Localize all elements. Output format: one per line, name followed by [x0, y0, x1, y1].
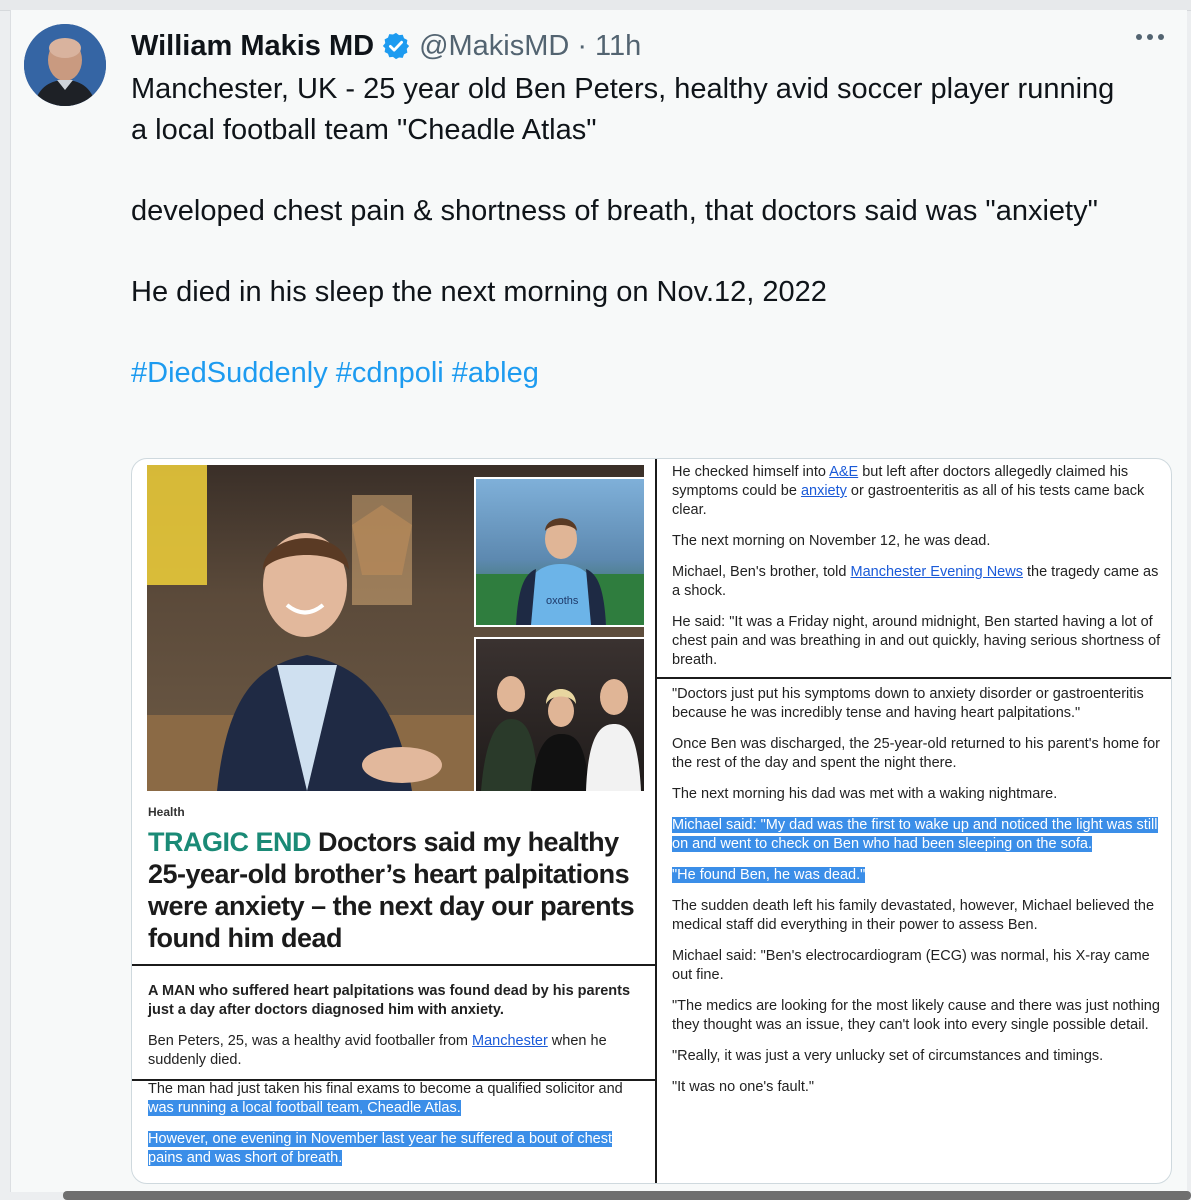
header-separator: ·	[577, 29, 588, 62]
divider-line	[132, 964, 655, 966]
article-paragraph: "The medics are looking for the most lik…	[672, 998, 1160, 1033]
article-left-body: A MAN who suffered heart palpitations wa…	[148, 982, 638, 1082]
hashtag-list: #DiedSuddenly #cdnpoli #ableg	[131, 353, 1131, 394]
article-paragraph: "Doctors just put his symptoms down to a…	[672, 686, 1144, 721]
hashtag-link[interactable]: #cdnpoli	[336, 357, 444, 389]
article-link[interactable]: Manchester	[472, 1033, 548, 1049]
article-right-body-2: "Doctors just put his symptoms down to a…	[672, 685, 1162, 1109]
article-lede: A MAN who suffered heart palpitations wa…	[148, 983, 631, 1018]
author-name[interactable]: William Makis MD	[131, 30, 374, 63]
article-section-label: Health	[148, 805, 185, 819]
tweet-timestamp[interactable]: 11h	[595, 30, 641, 63]
highlighted-text: Michael said: "My dad was the first to w…	[672, 817, 1158, 852]
article-link[interactable]: Manchester Evening News	[850, 564, 1022, 580]
tweet-header: William Makis MD @MakisMD · 11h	[131, 28, 641, 64]
inset-photo-stadium: oxoths	[474, 477, 644, 627]
author-avatar[interactable]	[24, 24, 106, 106]
more-options-icon[interactable]	[1136, 34, 1164, 40]
column-divider	[655, 459, 657, 1183]
verified-badge-icon	[381, 31, 411, 61]
article-link[interactable]: anxiety	[801, 483, 847, 499]
highlighted-text: was running a local football team, Chead…	[148, 1100, 461, 1116]
article-paragraph: Ben Peters, 25, was a healthy avid footb…	[148, 1033, 607, 1068]
shirt-sponsor-text: oxoths	[546, 595, 579, 607]
article-paragraph: The next morning on November 12, he was …	[672, 533, 991, 549]
horizontal-scrollbar[interactable]	[63, 1191, 1191, 1200]
article-paragraph: Michael, Ben's brother, told Manchester …	[672, 564, 1159, 599]
divider-line	[657, 677, 1171, 679]
article-left-body-2: The man had just taken his final exams t…	[148, 1080, 642, 1180]
attached-image[interactable]: oxoths Health TRAGIC END Doctors said my …	[131, 458, 1172, 1184]
highlighted-text: "He found Ben, he was dead."	[672, 867, 866, 883]
author-handle[interactable]: @MakisMD	[419, 30, 569, 63]
article-right-body: He checked himself into A&E but left aft…	[672, 463, 1162, 682]
article-paragraph: "It was no one's fault."	[672, 1079, 815, 1095]
tweet-paragraph: Manchester, UK - 25 year old Ben Peters,…	[131, 73, 1115, 146]
article-paragraph: The next morning his dad was met with a …	[672, 786, 1058, 802]
hashtag-link[interactable]: #ableg	[452, 357, 539, 389]
headline-kicker: TRAGIC END	[148, 827, 312, 857]
tweet-body: Manchester, UK - 25 year old Ben Peters,…	[131, 69, 1131, 393]
hashtag-link[interactable]: #DiedSuddenly	[131, 357, 328, 389]
article-photo: oxoths	[147, 465, 644, 791]
tweet-paragraph: developed chest pain & shortness of brea…	[131, 194, 1098, 227]
highlighted-text: However, one evening in November last ye…	[148, 1131, 613, 1166]
article-paragraph: Michael said: "Ben's electrocardiogram (…	[672, 948, 1150, 983]
article-paragraph: Michael said: "My dad was the first to w…	[672, 816, 1162, 854]
article-paragraph: The sudden death left his family devasta…	[672, 898, 1155, 933]
article-paragraph: The man had just taken his final exams t…	[148, 1081, 623, 1116]
article-paragraph: He said: "It was a Friday night, around …	[672, 614, 1161, 668]
inset-photo-family	[474, 637, 644, 791]
article-paragraph: "He found Ben, he was dead."	[672, 866, 1162, 885]
article-link[interactable]: A&E	[829, 464, 858, 480]
avatar-portrait	[24, 24, 106, 106]
article-paragraph: Once Ben was discharged, the 25-year-old…	[672, 736, 1160, 771]
article-paragraph: However, one evening in November last ye…	[148, 1130, 642, 1168]
article-paragraph: "Really, it was just a very unlucky set …	[672, 1048, 1104, 1064]
tweet-paragraph: He died in his sleep the next morning on…	[131, 275, 827, 308]
article-paragraph: He checked himself into A&E but left aft…	[672, 464, 1145, 518]
article-headline: TRAGIC END Doctors said my healthy 25-yea…	[148, 826, 642, 954]
